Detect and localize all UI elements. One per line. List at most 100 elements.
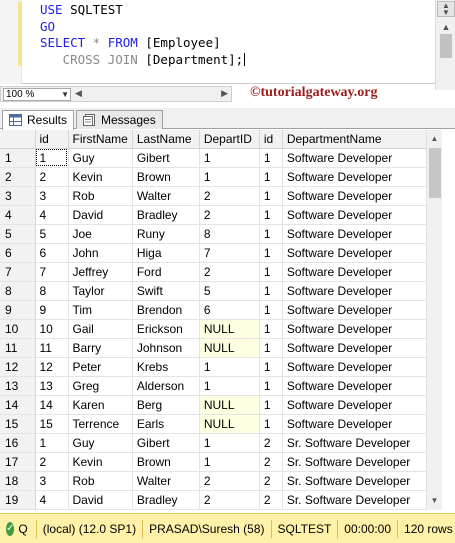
grid-cell[interactable]: 7 — [35, 262, 69, 282]
results-grid[interactable]: id FirstName LastName DepartID id DepartmentN… — [0, 130, 440, 510]
grid-cell[interactable]: David — [68, 205, 133, 225]
grid-cell[interactable]: Software Developer — [282, 205, 429, 225]
scroll-right-icon[interactable]: ▶ — [221, 88, 228, 99]
grid-cell[interactable]: Walter — [132, 186, 200, 206]
scroll-left-icon[interactable]: ◀ — [75, 88, 82, 99]
grid-cell[interactable]: 6 — [35, 243, 69, 263]
grid-cell[interactable]: Software Developer — [282, 357, 429, 377]
grid-cell[interactable]: 3 — [35, 186, 69, 206]
grid-cell[interactable]: Gibert — [132, 433, 200, 453]
grid-cell[interactable]: 8 — [35, 281, 69, 301]
grid-cell[interactable]: 1 — [259, 243, 283, 263]
grid-cell[interactable]: 1 — [259, 148, 283, 168]
grid-cell[interactable]: 1 — [259, 281, 283, 301]
grid-cell[interactable]: 1 — [259, 186, 283, 206]
table-row[interactable]: 5 5 Joe Runy 8 1 Software Developer — [0, 224, 429, 244]
scroll-down-icon[interactable]: ▼ — [427, 494, 442, 508]
column-header[interactable]: id — [259, 130, 283, 149]
grid-cell[interactable]: 15 — [35, 414, 69, 434]
grid-cell[interactable]: 12 — [35, 357, 69, 377]
table-row[interactable]: 4 4 David Bradley 2 1 Software Developer — [0, 205, 429, 225]
grid-cell[interactable]: Rob — [68, 471, 133, 491]
row-number[interactable]: 12 — [0, 357, 36, 377]
grid-cell[interactable]: Software Developer — [282, 414, 429, 434]
grid-cell[interactable]: 8 — [199, 224, 260, 244]
row-number[interactable]: 6 — [0, 243, 36, 263]
row-number[interactable]: 15 — [0, 414, 36, 434]
grid-cell[interactable]: 2 — [199, 186, 260, 206]
grid-cell[interactable]: Sr. Software Developer — [282, 471, 429, 491]
row-number-header[interactable] — [0, 130, 36, 149]
table-row[interactable]: 9 9 Tim Brendon 6 1 Software Developer — [0, 300, 429, 320]
grid-cell[interactable]: 2 — [35, 167, 69, 187]
grid-cell[interactable]: 2 — [259, 452, 283, 472]
grid-cell[interactable]: Software Developer — [282, 148, 429, 168]
grid-cell[interactable]: 1 — [259, 395, 283, 415]
grid-cell[interactable]: Software Developer — [282, 243, 429, 263]
table-row[interactable]: 16 1 Guy Gibert 1 2 Sr. Software Developer — [0, 433, 429, 453]
grid-cell[interactable]: Taylor — [68, 281, 133, 301]
grid-cell[interactable]: 2 — [35, 452, 69, 472]
grid-cell[interactable]: Software Developer — [282, 300, 429, 320]
grid-cell[interactable]: 3 — [35, 471, 69, 491]
grid-cell[interactable]: 1 — [259, 376, 283, 396]
grid-cell[interactable]: 1 — [199, 167, 260, 187]
grid-cell[interactable]: Joe — [68, 224, 133, 244]
row-number[interactable]: 17 — [0, 452, 36, 472]
grid-cell[interactable]: 14 — [35, 395, 69, 415]
grid-cell[interactable]: Earls — [132, 414, 200, 434]
table-row[interactable]: 12 12 Peter Krebs 1 1 Software Developer — [0, 357, 429, 377]
grid-cell[interactable]: 1 — [199, 376, 260, 396]
grid-cell[interactable]: Gibert — [132, 148, 200, 168]
grid-cell[interactable]: NULL — [199, 338, 260, 358]
table-row[interactable]: 11 11 Barry Johnson NULL 1 Software Developer — [0, 338, 429, 358]
grid-cell[interactable]: Bradley — [132, 490, 200, 510]
grid-cell[interactable]: Ford — [132, 262, 200, 282]
grid-cell[interactable]: John — [68, 243, 133, 263]
grid-cell[interactable]: 2 — [259, 471, 283, 491]
grid-cell[interactable]: Terrence — [68, 414, 133, 434]
grid-cell[interactable]: Brendon — [132, 300, 200, 320]
grid-cell[interactable]: Swift — [132, 281, 200, 301]
grid-cell[interactable]: 2 — [199, 490, 260, 510]
grid-cell[interactable]: Alderson — [132, 376, 200, 396]
tab-messages[interactable]: Messages — [76, 110, 163, 129]
grid-cell[interactable]: 1 — [259, 262, 283, 282]
row-number[interactable]: 11 — [0, 338, 36, 358]
grid-cell[interactable]: 1 — [199, 357, 260, 377]
grid-cell[interactable]: Sr. Software Developer — [282, 433, 429, 453]
row-number[interactable]: 4 — [0, 205, 36, 225]
grid-cell[interactable]: Sr. Software Developer — [282, 490, 429, 510]
grid-cell[interactable]: Krebs — [132, 357, 200, 377]
row-number[interactable]: 2 — [0, 167, 36, 187]
tab-results[interactable]: Results — [2, 110, 75, 130]
grid-cell[interactable]: Software Developer — [282, 376, 429, 396]
grid-cell[interactable]: 1 — [259, 414, 283, 434]
grid-cell[interactable]: 1 — [259, 300, 283, 320]
grid-cell[interactable]: Software Developer — [282, 395, 429, 415]
grid-cell[interactable]: Rob — [68, 186, 133, 206]
grid-cell[interactable]: 4 — [35, 490, 69, 510]
grid-cell[interactable]: 1 — [259, 357, 283, 377]
scroll-up-icon[interactable]: ▲ — [427, 132, 442, 146]
grid-cell[interactable]: Karen — [68, 395, 133, 415]
row-number[interactable]: 19 — [0, 490, 36, 510]
grid-scroll-thumb[interactable] — [429, 148, 441, 198]
grid-cell[interactable]: Software Developer — [282, 167, 429, 187]
table-row[interactable]: 13 13 Greg Alderson 1 1 Software Developer — [0, 376, 429, 396]
grid-cell[interactable]: Guy — [68, 433, 133, 453]
grid-cell[interactable]: Greg — [68, 376, 133, 396]
grid-cell[interactable]: Berg — [132, 395, 200, 415]
grid-cell[interactable]: 5 — [199, 281, 260, 301]
table-row[interactable]: 17 2 Kevin Brown 1 2 Sr. Software Developer — [0, 452, 429, 472]
table-row[interactable]: 6 6 John Higa 7 1 Software Developer — [0, 243, 429, 263]
grid-cell[interactable]: Peter — [68, 357, 133, 377]
table-row[interactable]: 14 14 Karen Berg NULL 1 Software Developer — [0, 395, 429, 415]
grid-cell[interactable]: 2 — [199, 471, 260, 491]
grid-cell[interactable]: 2 — [199, 262, 260, 282]
grid-cell[interactable]: Walter — [132, 471, 200, 491]
grid-cell[interactable]: 11 — [35, 338, 69, 358]
zoom-dropdown[interactable]: 100 % ▼ — [3, 88, 71, 101]
grid-cell[interactable]: Gail — [68, 319, 133, 339]
grid-cell[interactable]: Higa — [132, 243, 200, 263]
